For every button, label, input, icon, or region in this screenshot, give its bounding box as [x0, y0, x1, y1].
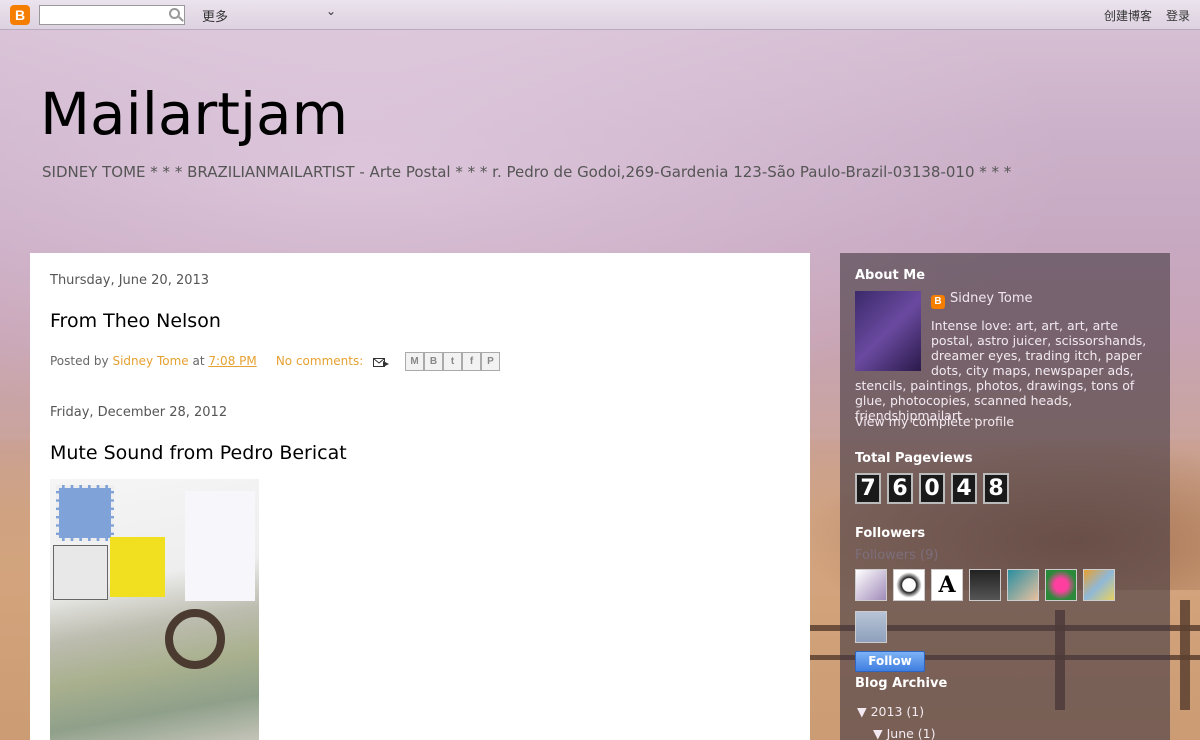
profile-line: postal, astro juicer, scissorshands, — [931, 333, 1147, 348]
search-input[interactable] — [39, 5, 185, 25]
followers-count[interactable]: Followers (9) — [855, 548, 938, 563]
blogger-navbar: B 更多 ⌄ 创建博客 登录 — [0, 0, 1200, 30]
profile-name-text[interactable]: Sidney Tome — [950, 291, 1033, 306]
followers-title: Followers — [855, 526, 926, 541]
pageview-counter: 7 6 0 4 8 — [855, 473, 1009, 504]
share-pinterest-button[interactable]: P — [481, 352, 500, 371]
at-label: at — [192, 354, 205, 368]
profile-name-link[interactable]: B Sidney Tome — [931, 291, 1033, 309]
follow-button[interactable]: Follow — [855, 651, 925, 672]
background-fence-post — [1180, 600, 1190, 710]
follower-avatar[interactable] — [1007, 569, 1039, 601]
ring-object-image — [165, 609, 225, 669]
stamp-image — [56, 485, 114, 541]
more-menu-label[interactable]: 更多 — [202, 6, 228, 25]
follower-avatar[interactable] — [855, 569, 887, 601]
profile-line: dreamer eyes, trading itch, paper — [931, 348, 1142, 363]
email-post-icon[interactable] — [373, 356, 389, 368]
profile-line: dots, city maps, newspaper ads, — [931, 363, 1134, 378]
share-twitter-button[interactable]: t — [443, 352, 462, 371]
post-title[interactable]: From Theo Nelson — [50, 310, 221, 332]
follower-avatar[interactable]: A — [931, 569, 963, 601]
pageview-digit: 0 — [919, 473, 945, 504]
pageview-digit: 7 — [855, 473, 881, 504]
profile-line: Intense love: art, art, art, arte — [931, 318, 1119, 333]
view-profile-link[interactable]: View my complete profile — [855, 414, 1014, 429]
follower-avatars: A — [855, 569, 1115, 601]
profile-description: Intense love: art, art, art, arte postal… — [855, 318, 1155, 423]
share-blogger-button[interactable]: B — [424, 352, 443, 371]
about-me-title: About Me — [855, 268, 926, 283]
blog-description: SIDNEY TOME * * * BRAZILIANMAILARTIST - … — [42, 163, 1012, 181]
follower-avatar-default[interactable] — [855, 611, 887, 643]
follower-avatar[interactable] — [969, 569, 1001, 601]
pageview-digit: 8 — [983, 473, 1009, 504]
handwritten-address-image — [185, 491, 255, 601]
follower-avatar[interactable] — [1045, 569, 1077, 601]
pageview-digit: 4 — [951, 473, 977, 504]
follower-avatar[interactable] — [893, 569, 925, 601]
date-header: Friday, December 28, 2012 — [50, 405, 228, 420]
blogger-profile-icon: B — [931, 295, 945, 309]
share-email-button[interactable]: M — [405, 352, 424, 371]
blogger-logo-icon[interactable]: B — [10, 5, 30, 25]
post-author-link[interactable]: Sidney Tome — [112, 354, 188, 368]
archive-year-toggle[interactable]: ▼ 2013 (1) — [857, 704, 924, 719]
blog-title[interactable]: Mailartjam — [40, 80, 348, 148]
login-link[interactable]: 登录 — [1166, 7, 1190, 24]
pageviews-title: Total Pageviews — [855, 451, 973, 466]
share-buttons: M B t f P — [405, 352, 500, 372]
yellow-sticker-image — [110, 537, 165, 597]
stamp-image — [53, 545, 108, 600]
comments-link[interactable]: No comments: — [276, 354, 363, 368]
date-header: Thursday, June 20, 2013 — [50, 273, 210, 288]
blog-archive-title: Blog Archive — [855, 676, 948, 691]
create-blog-link[interactable]: 创建博客 — [1104, 7, 1152, 24]
main-column: Thursday, June 20, 2013 From Theo Nelson… — [30, 253, 810, 740]
archive-month-toggle[interactable]: ▼ June (1) — [873, 726, 936, 740]
posted-by-label: Posted by — [50, 354, 109, 368]
pageview-digit: 6 — [887, 473, 913, 504]
sidebar: About Me B Sidney Tome Intense love: art,… — [840, 253, 1170, 740]
share-facebook-button[interactable]: f — [462, 352, 481, 371]
post-time-link[interactable]: 7:08 PM — [208, 354, 256, 368]
post-footer: Posted by Sidney Tome at 7:08 PM No comm… — [50, 354, 363, 368]
search-icon[interactable] — [169, 8, 180, 19]
chevron-down-icon[interactable]: ⌄ — [326, 4, 336, 18]
post-image-mailart[interactable] — [50, 479, 259, 740]
post-title[interactable]: Mute Sound from Pedro Bericat — [50, 442, 347, 464]
follower-avatar[interactable] — [1083, 569, 1115, 601]
